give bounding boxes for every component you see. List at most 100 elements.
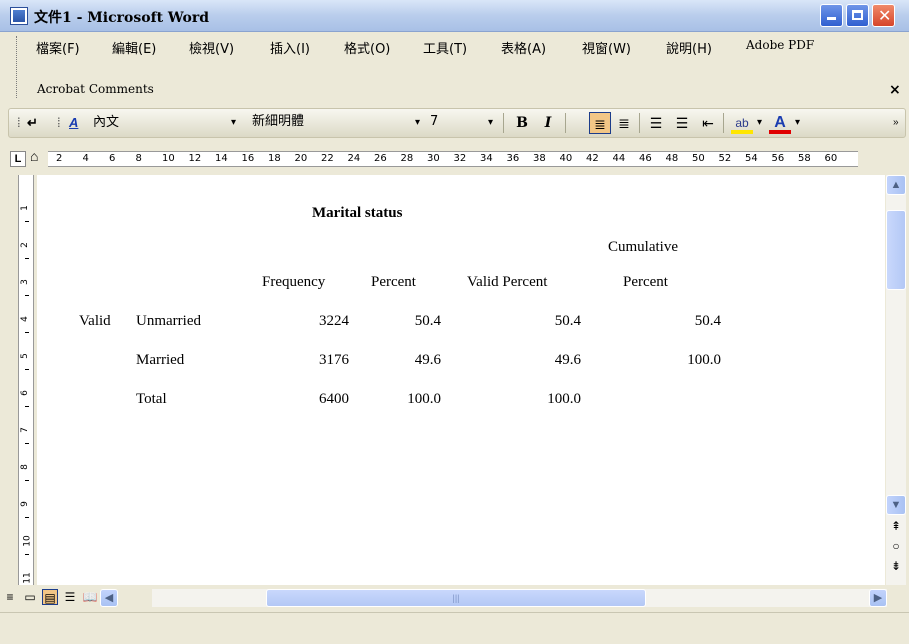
scroll-up-button[interactable]: ▲ [886, 175, 906, 195]
font-color-button[interactable]: A [769, 112, 791, 134]
toolbar-grip[interactable]: ⁞ [17, 113, 21, 133]
menu-table[interactable]: 表格(A) [501, 38, 546, 57]
ruler-number: 42 [586, 153, 599, 164]
vertical-ruler-number: 4 [19, 316, 30, 322]
ruler-number: 46 [639, 153, 652, 164]
menu-window[interactable]: 視窗(W) [582, 38, 631, 57]
menu-help[interactable]: 說明(H) [666, 38, 712, 57]
font-color-icon: A [774, 114, 786, 131]
vertical-ruler-number: 5 [19, 353, 30, 359]
ruler-number: 36 [506, 153, 520, 164]
horizontal-ruler[interactable]: 2 4 6 8 10 12 14 16 18 20 22 24 26 28 30 32 34 36 38 40 42 44… [48, 151, 858, 167]
decrease-indent-button[interactable]: ⇤ [697, 112, 719, 134]
ruler-number: 54 [745, 153, 758, 164]
style-name[interactable]: 內文 [93, 113, 119, 133]
font-size-dropdown-icon[interactable]: ▾ [488, 113, 493, 133]
maximize-button[interactable] [846, 4, 869, 27]
close-button[interactable]: ✕ [872, 4, 895, 27]
font-name-combo[interactable]: 新細明體 [249, 113, 409, 133]
minimize-button[interactable] [820, 4, 843, 27]
vertical-ruler-number: 6 [19, 390, 30, 396]
previous-page-icon[interactable]: ⇞ [886, 519, 906, 535]
menu-adobe-pdf[interactable]: Adobe PDF [746, 38, 814, 52]
menu-close-icon[interactable]: × [889, 82, 901, 98]
window-title: 文件1 - Microsoft Word [34, 10, 210, 26]
numbering-button[interactable]: ☰ [645, 112, 667, 134]
indent-marker-icon[interactable]: ⌂ [30, 148, 38, 164]
vertical-ruler-number: 3 [19, 279, 30, 285]
ruler-number: 22 [321, 153, 334, 164]
vertical-ruler-tick [25, 258, 29, 259]
align-left-icon: ≣ [594, 116, 606, 132]
scroll-right-button[interactable]: ▶ [869, 589, 887, 607]
toolbar-grip-2[interactable]: ⁞ [57, 113, 61, 133]
align-center-icon: ≣ [618, 115, 630, 131]
document-page[interactable]: Marital status Cumulative Frequency Perc… [37, 175, 885, 585]
vertical-ruler-number: 9 [19, 501, 30, 507]
menu-tools[interactable]: 工具(T) [423, 38, 467, 57]
vertical-ruler-number: 7 [19, 427, 30, 433]
font-dropdown-icon[interactable]: ▾ [415, 113, 420, 133]
vertical-ruler[interactable]: 1 2 3 4 5 6 7 8 9 10 11 [18, 175, 34, 592]
menu-grip[interactable] [16, 36, 20, 98]
vertical-ruler-number: 10 [22, 535, 33, 547]
menu-edit[interactable]: 編輯(E) [112, 38, 156, 57]
close-icon: ✕ [878, 6, 892, 25]
menu-format[interactable]: 格式(O) [344, 38, 390, 57]
outline-view-icon[interactable]: ☰ [62, 589, 78, 605]
ruler-number: 40 [559, 153, 573, 164]
highlight-dropdown-icon[interactable]: ▾ [757, 113, 762, 133]
show-hide-icon[interactable]: ↵ [27, 113, 38, 133]
ruler-number: 44 [612, 153, 626, 164]
print-layout-view-icon[interactable]: ▤ [42, 589, 58, 605]
align-left-button[interactable]: ≣ [589, 112, 611, 134]
cell-percent: 100.0 [407, 391, 441, 407]
ruler-number: 30 [427, 153, 440, 164]
vertical-ruler-number: 8 [19, 464, 30, 470]
ruler-number: 58 [798, 153, 811, 164]
word-app-icon[interactable] [10, 7, 28, 25]
vertical-scroll-thumb[interactable] [886, 210, 906, 290]
normal-view-icon[interactable]: ≡ [2, 589, 18, 605]
toolbar-options-icon[interactable]: » [893, 113, 899, 133]
menu-view[interactable]: 檢視(V) [189, 38, 234, 57]
menu-insert[interactable]: 插入(I) [270, 38, 310, 57]
next-page-icon[interactable]: ⇟ [886, 559, 906, 575]
vertical-scrollbar[interactable]: ▲ ▼ ⇞ ○ ⇟ [886, 175, 906, 585]
italic-button[interactable]: I [537, 112, 559, 134]
align-center-button[interactable]: ≣ [613, 112, 635, 134]
vertical-ruler-tick [25, 517, 29, 518]
highlight-button[interactable]: ab [731, 112, 753, 134]
bullets-button[interactable]: ☰ [671, 112, 693, 134]
select-browse-object-icon[interactable]: ○ [886, 539, 906, 555]
vertical-ruler-number: 2 [19, 242, 30, 248]
style-dropdown-icon[interactable]: ▾ [231, 113, 236, 133]
vertical-ruler-tick [25, 406, 29, 407]
styles-icon[interactable]: A [69, 113, 78, 133]
ruler-number: 6 [109, 153, 116, 164]
scroll-down-button[interactable]: ▼ [886, 495, 906, 515]
font-size-combo[interactable]: 7 [427, 113, 487, 133]
cell-percent: 50.4 [414, 313, 441, 329]
toolbar-separator [565, 113, 566, 133]
cell-valid-percent: 49.6 [554, 352, 581, 368]
numbering-icon: ☰ [649, 115, 663, 131]
web-layout-view-icon[interactable]: ▭ [22, 589, 38, 605]
tab-selector[interactable]: L [10, 151, 26, 167]
scroll-left-button[interactable]: ◀ [100, 589, 118, 607]
cell-frequency: 6400 [319, 391, 349, 407]
ruler-number: 50 [692, 153, 705, 164]
cell-cumulative: 50.4 [694, 313, 721, 329]
vertical-ruler-tick [25, 221, 29, 222]
menu-file[interactable]: 檔案(F) [36, 38, 80, 57]
menu-acrobat-comments[interactable]: Acrobat Comments [37, 82, 154, 96]
row-label: Unmarried [136, 313, 201, 329]
horizontal-scrollbar[interactable]: ◀ ||| ▶ [100, 589, 887, 607]
reading-layout-view-icon[interactable]: 📖 [82, 589, 98, 605]
bold-button[interactable]: B [511, 112, 533, 134]
ruler-number: 28 [400, 153, 414, 164]
vertical-ruler-number: 1 [19, 205, 30, 211]
horizontal-scroll-thumb[interactable]: ||| [266, 589, 646, 607]
font-color-dropdown-icon[interactable]: ▾ [795, 113, 800, 133]
vertical-ruler-tick [25, 480, 29, 481]
